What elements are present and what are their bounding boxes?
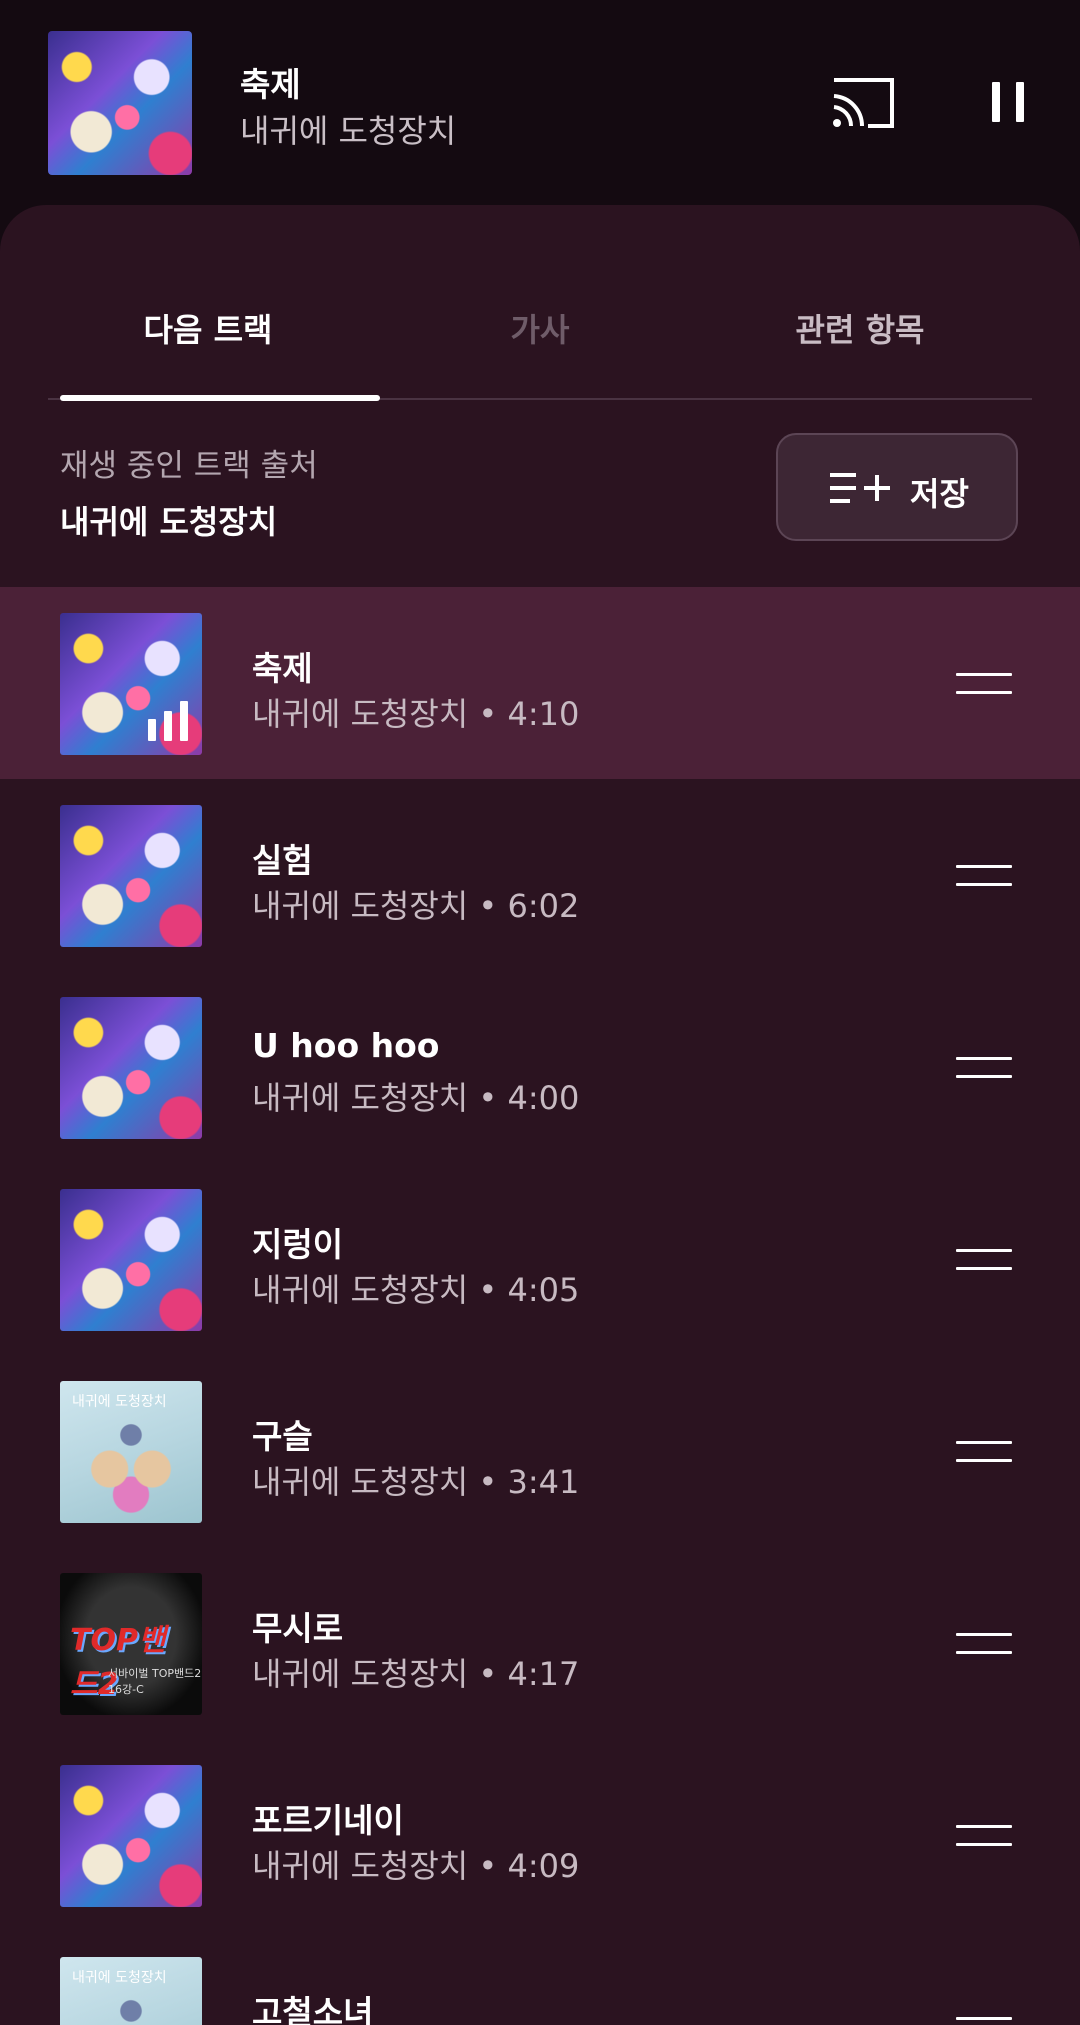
track-title: 실험: [252, 841, 313, 880]
queue-list: 축제 내귀에 도청장치 • 4:10 실험 내귀에 도청장치 • 6:02 U …: [0, 587, 1080, 2025]
mini-player-artist: 내귀에 도청장치: [240, 112, 457, 150]
source-label: 재생 중인 트랙 출처: [60, 448, 318, 484]
playlist-add-icon: [830, 473, 890, 503]
track-subtitle: 내귀에 도청장치 • 4:05: [252, 1271, 580, 1309]
album-art: [60, 1765, 202, 1907]
track-title: 축제: [252, 649, 313, 688]
tab-bar: 다음 트랙 가사 관련 항목: [48, 205, 1032, 401]
track-title: 구슬: [252, 1417, 313, 1456]
track-subtitle: 내귀에 도청장치 • 4:17: [252, 1655, 580, 1693]
pause-button[interactable]: [980, 76, 1036, 130]
tab-lyrics[interactable]: 가사: [380, 305, 700, 351]
queue-item[interactable]: 실험 내귀에 도청장치 • 6:02: [0, 779, 1080, 971]
source-value: 내귀에 도청장치: [60, 503, 278, 541]
album-art-caption: 서바이벌 TOP밴드2 16강-C: [108, 1667, 202, 1696]
album-art: 내귀에 도청장치: [60, 1957, 202, 2025]
drag-handle-icon[interactable]: [956, 1249, 1012, 1271]
album-art: TOP밴드2 서바이벌 TOP밴드2 16강-C: [60, 1573, 202, 1715]
queue-item[interactable]: TOP밴드2 서바이벌 TOP밴드2 16강-C 무시로 내귀에 도청장치 • …: [0, 1547, 1080, 1739]
queue-item[interactable]: 내귀에 도청장치 구슬 내귀에 도청장치 • 3:41: [0, 1355, 1080, 1547]
track-title: U hoo hoo: [252, 1026, 440, 1065]
album-art-text: 내귀에 도청장치: [72, 1394, 167, 1410]
album-art: [60, 805, 202, 947]
track-title: 포르기네이: [252, 1801, 404, 1840]
album-art-text: 내귀에 도청장치: [72, 1970, 167, 1986]
album-art: [48, 31, 192, 175]
track-subtitle: 내귀에 도청장치 • 6:02: [252, 887, 580, 925]
drag-handle-icon[interactable]: [956, 2017, 1012, 2025]
cast-button[interactable]: [828, 76, 898, 130]
track-subtitle: 내귀에 도청장치 • 4:10: [252, 695, 580, 733]
track-title: 고철소녀: [252, 1993, 374, 2025]
drag-handle-icon[interactable]: [956, 865, 1012, 887]
album-art: [60, 997, 202, 1139]
drag-handle-icon[interactable]: [956, 1057, 1012, 1079]
now-playing-icon: [148, 701, 196, 741]
track-subtitle: 내귀에 도청장치 • 3:41: [252, 1463, 580, 1501]
queue-item[interactable]: U hoo hoo 내귀에 도청장치 • 4:00: [0, 971, 1080, 1163]
save-button[interactable]: 저장: [776, 433, 1018, 541]
save-label: 저장: [910, 475, 969, 513]
album-art: [60, 1189, 202, 1331]
mini-player-title: 축제: [240, 65, 301, 104]
album-art: 내귀에 도청장치: [60, 1381, 202, 1523]
track-title: 지렁이: [252, 1225, 344, 1264]
track-subtitle: 내귀에 도청장치 • 4:09: [252, 1847, 580, 1885]
mini-player[interactable]: 축제 내귀에 도청장치: [0, 0, 1080, 205]
tab-related[interactable]: 관련 항목: [700, 305, 1020, 351]
track-subtitle: 내귀에 도청장치 • 4:00: [252, 1079, 580, 1117]
queue-item[interactable]: 지렁이 내귀에 도청장치 • 4:05: [0, 1163, 1080, 1355]
drag-handle-icon[interactable]: [956, 1633, 1012, 1655]
album-art: [60, 613, 202, 755]
track-title: 무시로: [252, 1609, 344, 1648]
drag-handle-icon[interactable]: [956, 673, 1012, 695]
queue-sheet: 다음 트랙 가사 관련 항목 재생 중인 트랙 출처 내귀에 도청장치 저장 축…: [0, 205, 1080, 2025]
drag-handle-icon[interactable]: [956, 1441, 1012, 1463]
tab-up-next[interactable]: 다음 트랙: [48, 305, 368, 351]
active-tab-indicator: [60, 395, 380, 401]
queue-item[interactable]: 포르기네이 내귀에 도청장치 • 4:09: [0, 1739, 1080, 1931]
cast-icon: [833, 78, 894, 128]
queue-item[interactable]: 축제 내귀에 도청장치 • 4:10: [0, 587, 1080, 779]
drag-handle-icon[interactable]: [956, 1825, 1012, 1847]
queue-item[interactable]: 내귀에 도청장치 고철소녀: [0, 1931, 1080, 2025]
